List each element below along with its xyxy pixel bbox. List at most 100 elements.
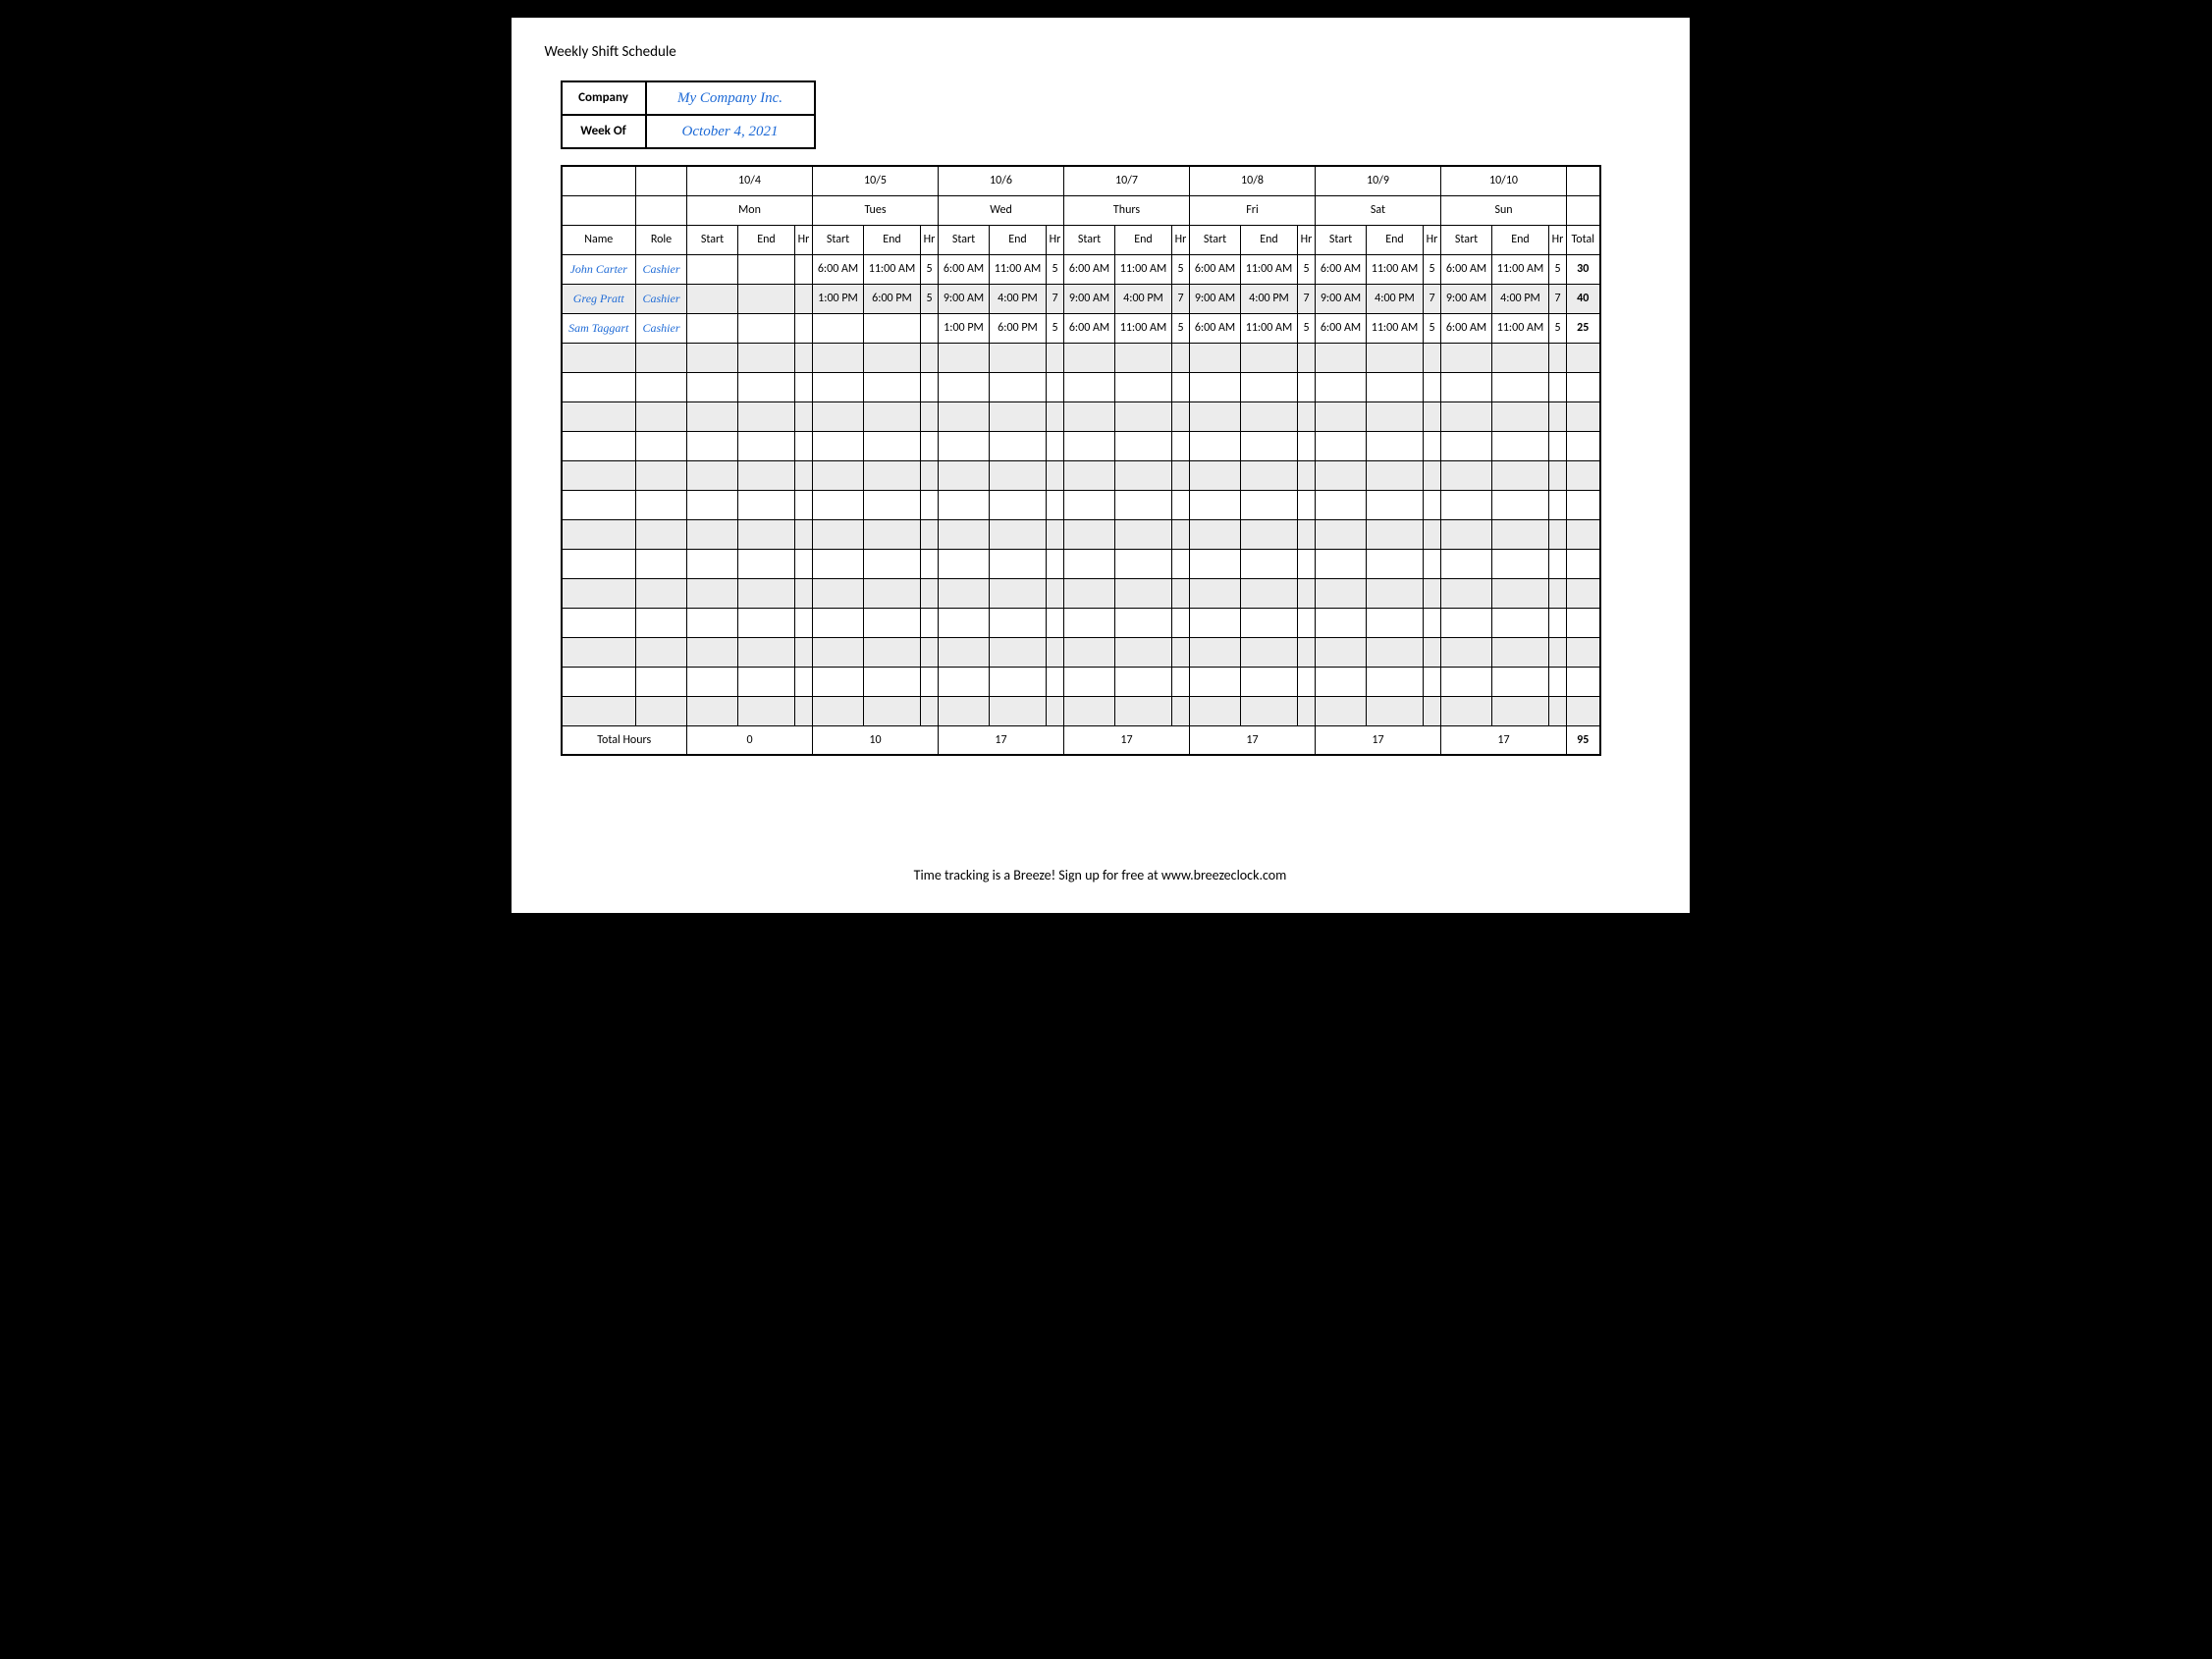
shift-hr [921, 313, 939, 343]
col-start: Start [1441, 225, 1492, 254]
day-header: Fri [1190, 195, 1316, 225]
table-row: John CarterCashier6:00 AM11:00 AM56:00 A… [562, 254, 1600, 284]
shift-end: 11:00 AM [1492, 313, 1549, 343]
table-row [562, 637, 1600, 667]
shift-start [687, 284, 738, 313]
shift-hr: 5 [1298, 254, 1316, 284]
col-hr: Hr [921, 225, 939, 254]
company-value: My Company Inc. [647, 82, 814, 114]
shift-start: 1:00 PM [813, 284, 864, 313]
col-role: Role [636, 225, 687, 254]
col-hr: Hr [1298, 225, 1316, 254]
shift-end [738, 284, 795, 313]
grand-total: 95 [1567, 725, 1600, 755]
shift-hr: 7 [1298, 284, 1316, 313]
shift-end: 11:00 AM [1115, 254, 1172, 284]
shift-start: 6:00 AM [1441, 313, 1492, 343]
table-row [562, 401, 1600, 431]
employee-name: John Carter [562, 254, 636, 284]
shift-end [864, 313, 921, 343]
day-total: 17 [1064, 725, 1190, 755]
week-label: Week Of [563, 116, 647, 147]
col-hr: Hr [795, 225, 813, 254]
day-header: Sat [1316, 195, 1441, 225]
shift-start: 6:00 AM [939, 254, 990, 284]
table-row [562, 608, 1600, 637]
shift-end: 11:00 AM [990, 254, 1047, 284]
totals-row: Total Hours010171717171795 [562, 725, 1600, 755]
table-row [562, 343, 1600, 372]
employee-name: Greg Pratt [562, 284, 636, 313]
shift-end: 4:00 PM [1241, 284, 1298, 313]
date-header: 10/5 [813, 166, 939, 195]
col-start: Start [1190, 225, 1241, 254]
table-row [562, 696, 1600, 725]
col-end: End [864, 225, 921, 254]
col-hr: Hr [1047, 225, 1064, 254]
shift-hr: 7 [1172, 284, 1190, 313]
company-label: Company [563, 82, 647, 114]
shift-end: 11:00 AM [864, 254, 921, 284]
table-row [562, 431, 1600, 460]
day-header: Mon [687, 195, 813, 225]
shift-start: 9:00 AM [1190, 284, 1241, 313]
shift-start: 6:00 AM [1316, 313, 1367, 343]
day-header: Wed [939, 195, 1064, 225]
shift-hr: 7 [1047, 284, 1064, 313]
shift-start: 6:00 AM [1316, 254, 1367, 284]
day-total: 17 [939, 725, 1064, 755]
shift-hr [795, 284, 813, 313]
shift-start: 1:00 PM [939, 313, 990, 343]
col-hr: Hr [1424, 225, 1441, 254]
col-hr: Hr [1172, 225, 1190, 254]
shift-hr: 5 [1549, 254, 1567, 284]
date-header: 10/9 [1316, 166, 1441, 195]
date-header: 10/8 [1190, 166, 1316, 195]
date-header: 10/7 [1064, 166, 1190, 195]
table-row [562, 490, 1600, 519]
col-start: Start [939, 225, 990, 254]
shift-start: 6:00 AM [1190, 254, 1241, 284]
table-row [562, 372, 1600, 401]
meta-row-company: Company My Company Inc. [563, 82, 814, 116]
shift-hr: 5 [1047, 254, 1064, 284]
stage: Weekly Shift Schedule Company My Company… [478, 0, 1735, 942]
employee-total: 40 [1567, 284, 1600, 313]
employee-role: Cashier [636, 254, 687, 284]
shift-hr: 5 [1047, 313, 1064, 343]
col-start: Start [687, 225, 738, 254]
shift-start [813, 313, 864, 343]
shift-hr: 5 [1549, 313, 1567, 343]
table-row [562, 519, 1600, 549]
shift-end: 6:00 PM [864, 284, 921, 313]
col-end: End [1241, 225, 1298, 254]
shift-start: 6:00 AM [1441, 254, 1492, 284]
shift-end: 4:00 PM [990, 284, 1047, 313]
shift-end: 4:00 PM [1492, 284, 1549, 313]
shift-end: 11:00 AM [1367, 254, 1424, 284]
employee-role: Cashier [636, 313, 687, 343]
col-end: End [1492, 225, 1549, 254]
shift-hr: 5 [1172, 313, 1190, 343]
col-name: Name [562, 225, 636, 254]
col-end: End [738, 225, 795, 254]
shift-hr: 5 [921, 254, 939, 284]
col-start: Start [1316, 225, 1367, 254]
day-total: 17 [1441, 725, 1567, 755]
employee-total: 25 [1567, 313, 1600, 343]
col-total: Total [1567, 225, 1600, 254]
shift-start: 9:00 AM [1064, 284, 1115, 313]
date-header: 10/10 [1441, 166, 1567, 195]
shift-end: 4:00 PM [1115, 284, 1172, 313]
table-row: Sam TaggartCashier1:00 PM6:00 PM56:00 AM… [562, 313, 1600, 343]
total-hours-label: Total Hours [562, 725, 687, 755]
meta-box: Company My Company Inc. Week Of October … [561, 80, 816, 149]
shift-end [738, 254, 795, 284]
employee-role: Cashier [636, 284, 687, 313]
day-total: 0 [687, 725, 813, 755]
day-total: 10 [813, 725, 939, 755]
col-end: End [990, 225, 1047, 254]
footer-text: Time tracking is a Breeze! Sign up for f… [512, 867, 1690, 883]
day-total: 17 [1190, 725, 1316, 755]
day-header: Thurs [1064, 195, 1190, 225]
